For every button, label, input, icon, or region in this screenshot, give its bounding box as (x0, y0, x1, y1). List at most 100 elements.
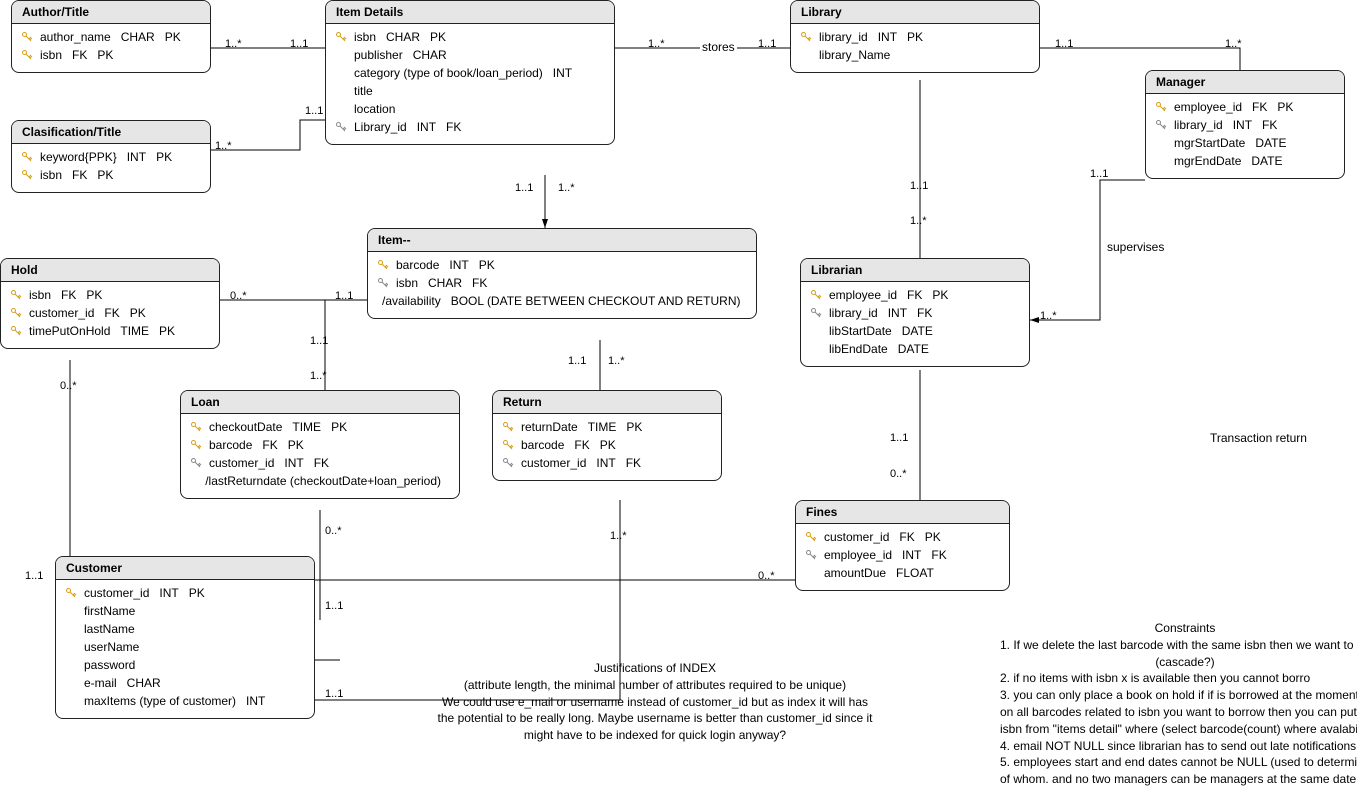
attribute-row: libStartDateDATE (809, 322, 1021, 340)
label-supervises: supervises (1105, 240, 1166, 254)
key-pk-icon (9, 306, 23, 320)
entity-header: Library (791, 1, 1039, 24)
attribute-text: /availabilityBOOL (DATE BETWEEN CHECKOUT… (382, 294, 751, 308)
card: 1..* (648, 38, 665, 50)
entity-body: author_nameCHARPKisbnFKPK (12, 24, 210, 72)
attribute-text: returnDateTIMEPK (521, 420, 652, 434)
key-none-icon (804, 566, 818, 580)
entity-header: Author/Title (12, 1, 210, 24)
card: 1..* (225, 38, 242, 50)
card: 1..1 (568, 355, 586, 367)
key-pk-icon (189, 438, 203, 452)
key-none-icon (64, 622, 78, 636)
attribute-row: author_nameCHARPK (20, 28, 202, 46)
attribute-row: customer_idINTPK (64, 584, 306, 602)
entity-header: Manager (1146, 71, 1344, 94)
entity-body: isbnCHARPKpublisherCHARcategory (type of… (326, 24, 614, 144)
entity-body: checkoutDateTIMEPKbarcodeFKPKcustomer_id… (181, 414, 459, 498)
attribute-row: title (334, 82, 606, 100)
entity-header: Fines (796, 501, 1009, 524)
attribute-row: employee_idINTFK (804, 546, 1001, 564)
attribute-text: customer_idFKPK (29, 306, 156, 320)
entity-body: isbnFKPK customer_idFKPK timePutOnHoldTIME… (1, 282, 219, 348)
attribute-text: title (354, 84, 383, 98)
key-pk-icon (20, 30, 34, 44)
entity-header: Item Details (326, 1, 614, 24)
attribute-text: employee_idINTFK (824, 548, 957, 562)
attribute-row: /availabilityBOOL (DATE BETWEEN CHECKOUT… (376, 292, 748, 310)
key-fk-icon (1154, 118, 1168, 132)
attribute-row: maxItems (type of customer)INT (64, 692, 306, 710)
card: 1..1 (910, 180, 928, 192)
attribute-text: mgrEndDateDATE (1174, 154, 1293, 168)
entity-classification_title: Clasification/Titlekeyword{PPK}INTPKisbn… (11, 120, 211, 193)
attribute-row: employee_idFKPK (1154, 98, 1336, 116)
key-fk-icon (804, 548, 818, 562)
card: 1..1 (758, 38, 776, 50)
key-none-icon (1154, 136, 1168, 150)
attribute-text: employee_idFKPK (1174, 100, 1303, 114)
attribute-text: customer_idFKPK (824, 530, 951, 544)
attribute-row: timePutOnHoldTIMEPK (9, 322, 211, 340)
attribute-row: userName (64, 638, 306, 656)
attribute-text: keyword{PPK}INTPK (40, 150, 182, 164)
card: 1..1 (1055, 38, 1073, 50)
attribute-text: library_idINTFK (829, 306, 942, 320)
card: 1..1 (1090, 168, 1108, 180)
attribute-text: firstName (84, 604, 145, 618)
attribute-row: e-mailCHAR (64, 674, 306, 692)
key-fk-icon (334, 120, 348, 134)
entity-body: employee_idFKPKlibrary_idINTFKmgrStartDa… (1146, 94, 1344, 178)
attribute-row: isbnFKPK (9, 286, 211, 304)
key-pk-icon (64, 586, 78, 600)
attribute-row: isbnCHARFK (376, 274, 748, 292)
entity-header: Loan (181, 391, 459, 414)
entity-header: Item-- (368, 229, 756, 252)
entity-customer: Customercustomer_idINTPKfirstNamelastNam… (55, 556, 315, 719)
attribute-row: publisherCHAR (334, 46, 606, 64)
card: 1..1 (25, 570, 43, 582)
attribute-text: Library_idINTFK (354, 120, 471, 134)
card: 1..* (608, 355, 625, 367)
key-pk-icon (809, 288, 823, 302)
entity-header: Customer (56, 557, 314, 580)
card: 1..* (910, 215, 927, 227)
attribute-row: mgrStartDateDATE (1154, 134, 1336, 152)
entity-body: employee_idFKPKlibrary_idINTFKlibStartDa… (801, 282, 1029, 366)
card: 0..* (325, 525, 342, 537)
card: 0..* (230, 290, 247, 302)
card: 1..* (610, 530, 627, 542)
key-pk-icon (334, 30, 348, 44)
attribute-text: barcodeFKPK (521, 438, 626, 452)
entity-header: Hold (1, 259, 219, 282)
key-fk-icon (809, 306, 823, 320)
entity-loan: LoancheckoutDateTIMEPKbarcodeFKPKcustome… (180, 390, 460, 499)
key-none-icon (334, 102, 348, 116)
attribute-text: userName (84, 640, 149, 654)
card: 1..1 (290, 38, 308, 50)
entity-body: customer_idFKPK employee_idINTFK amountDue… (796, 524, 1009, 590)
entity-header: Librarian (801, 259, 1029, 282)
attribute-row: customer_idINTFK (501, 454, 713, 472)
entity-header: Return (493, 391, 721, 414)
attribute-row: location (334, 100, 606, 118)
entity-body: customer_idINTPKfirstNamelastNameuserNam… (56, 580, 314, 718)
card: 1..1 (890, 432, 908, 444)
attribute-row: Library_idINTFK (334, 118, 606, 136)
key-none-icon (334, 66, 348, 80)
key-none-icon (64, 694, 78, 708)
key-pk-icon (20, 48, 34, 62)
attribute-text: isbnFKPK (29, 288, 112, 302)
attribute-text: /lastReturndate (checkoutDate+loan_perio… (205, 474, 451, 488)
key-none-icon (799, 48, 813, 62)
attribute-text: barcodeFKPK (209, 438, 314, 452)
attribute-row: returnDateTIMEPK (501, 418, 713, 436)
text-constraints: Constraints 1. If we delete the last bar… (1000, 620, 1357, 788)
attribute-text: libEndDateDATE (829, 342, 939, 356)
attribute-row: library_Name (799, 46, 1031, 64)
entity-body: keyword{PPK}INTPKisbnFKPK (12, 144, 210, 192)
key-pk-icon (376, 258, 390, 272)
attribute-text: e-mailCHAR (84, 676, 171, 690)
attribute-row: amountDueFLOAT (804, 564, 1001, 582)
entity-body: returnDateTIMEPK barcodeFKPK customer_idIN… (493, 414, 721, 480)
